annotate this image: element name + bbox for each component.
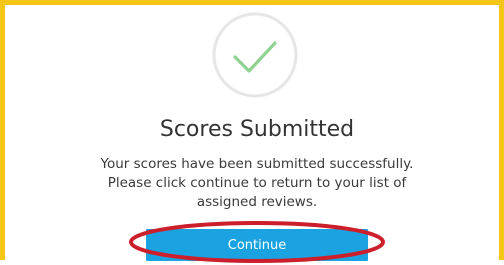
check-icon [211, 11, 299, 99]
dialog-title: Scores Submitted [159, 117, 355, 142]
dialog-frame: Scores Submitted Your scores have been s… [0, 0, 504, 263]
continue-button[interactable]: Continue [146, 229, 368, 261]
dialog-message: Your scores have been submitted successf… [100, 156, 414, 210]
